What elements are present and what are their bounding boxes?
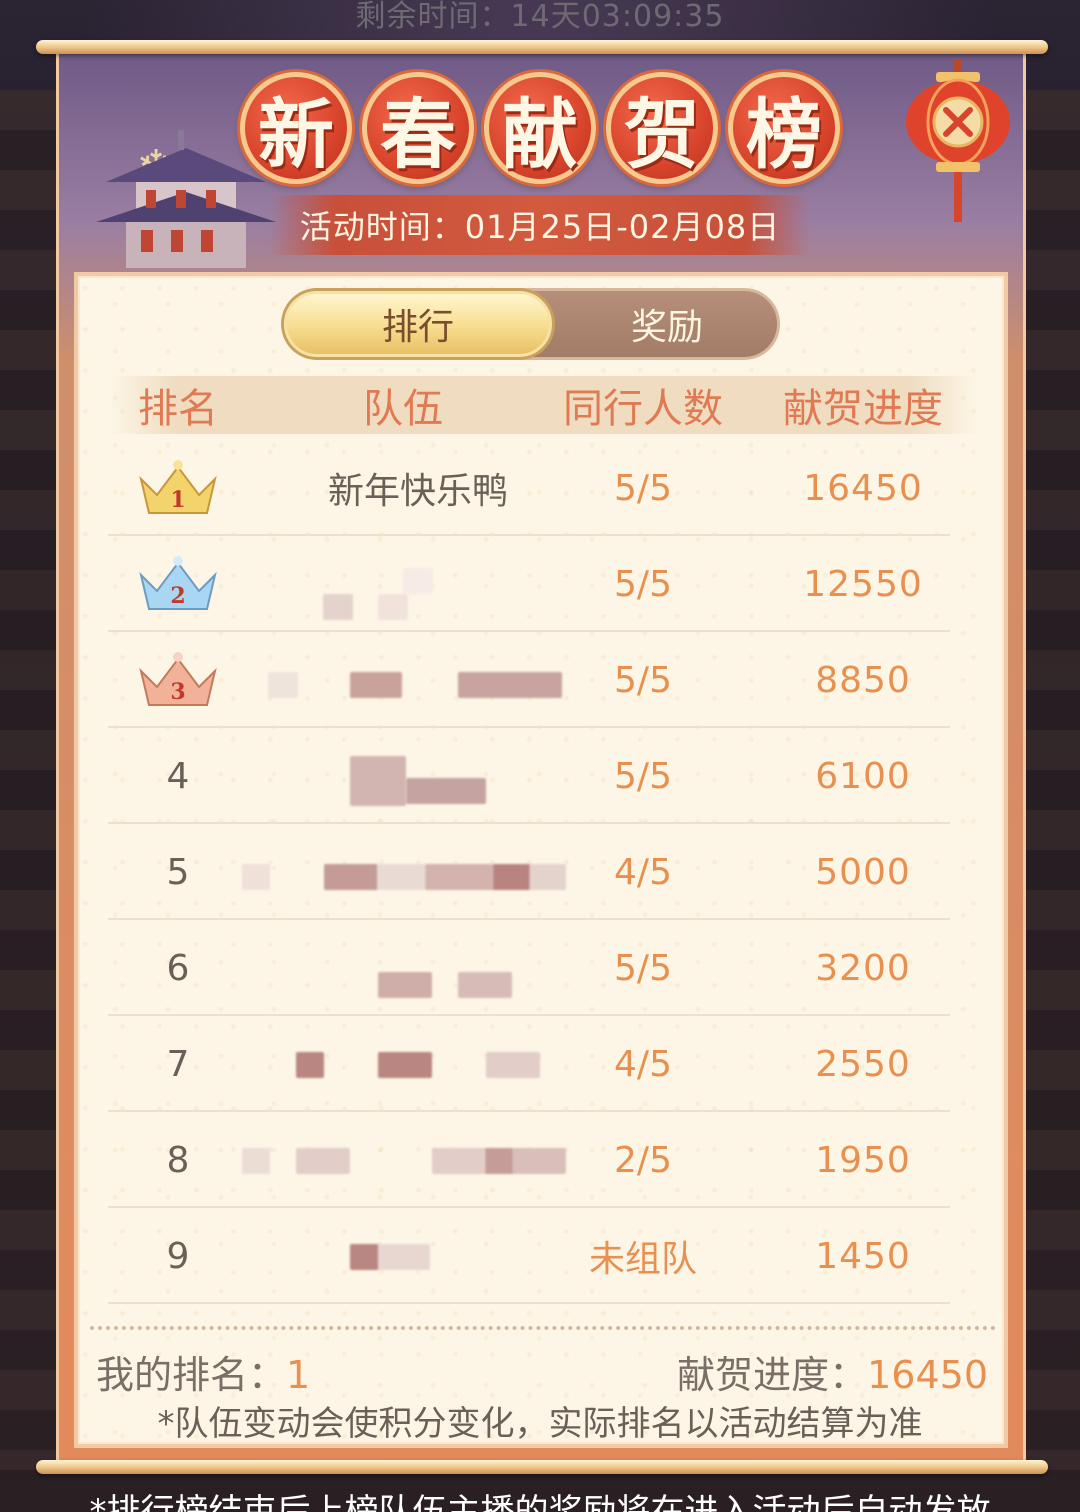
pixelated-name bbox=[324, 864, 566, 890]
rank-number: 6 bbox=[166, 947, 190, 989]
footer-divider bbox=[90, 1326, 996, 1330]
rank-number: 4 bbox=[166, 755, 190, 797]
crown-gold-icon: 1 bbox=[139, 460, 217, 514]
right-scenery bbox=[1020, 90, 1080, 1470]
table-row: 8 2/5 1950 bbox=[108, 1112, 950, 1208]
title-char: 榜 bbox=[728, 72, 840, 184]
team-name bbox=[258, 728, 578, 824]
progress-value: 8850 bbox=[815, 659, 911, 701]
member-count: 5/5 bbox=[614, 659, 672, 701]
rank-number: 5 bbox=[166, 851, 190, 893]
table-row: 4 5/5 6100 bbox=[108, 728, 950, 824]
progress-value: 6100 bbox=[815, 755, 911, 797]
pixelated-name bbox=[403, 568, 433, 594]
crown-number: 3 bbox=[170, 679, 185, 705]
pixelated-name bbox=[378, 1052, 432, 1078]
pixelated-name bbox=[242, 864, 270, 890]
rank-cell: 1 bbox=[128, 440, 228, 536]
header-team: 队伍 bbox=[363, 386, 443, 432]
table-row: 9 未组队 1450 bbox=[108, 1208, 950, 1304]
progress-value: 1450 bbox=[815, 1235, 911, 1277]
member-count: 5/5 bbox=[614, 563, 672, 605]
my-rank-label: 我的排名： bbox=[96, 1353, 287, 1397]
title-char: 献 bbox=[484, 72, 596, 184]
rank-cell: 3 bbox=[128, 632, 228, 728]
my-progress-value: 16450 bbox=[867, 1353, 988, 1397]
my-rank: 我的排名：1 bbox=[96, 1344, 310, 1399]
tab-rewards[interactable]: 奖励 bbox=[554, 291, 780, 357]
scroll-rod-bottom bbox=[36, 1460, 1048, 1474]
progress-value: 1950 bbox=[815, 1139, 911, 1181]
ranking-note: *队伍变动会使积分变化，实际排名以活动结算为准 bbox=[157, 1404, 923, 1444]
member-count: 5/5 bbox=[614, 467, 672, 509]
pixelated-name bbox=[242, 1148, 270, 1174]
progress-value: 16450 bbox=[803, 467, 923, 509]
header-rank: 排名 bbox=[138, 386, 218, 432]
member-count: 未组队 bbox=[588, 1239, 697, 1280]
left-scenery bbox=[0, 90, 60, 1470]
lantern-icon bbox=[906, 60, 1010, 222]
member-count: 5/5 bbox=[614, 755, 672, 797]
scroll-rod-top bbox=[36, 40, 1048, 54]
table-row: 2 5/5 12550 bbox=[108, 536, 950, 632]
header-progress: 献贺进度 bbox=[783, 386, 943, 432]
rank-cell: 2 bbox=[128, 536, 228, 632]
pixelated-name bbox=[268, 672, 298, 698]
rank-number: 8 bbox=[166, 1139, 190, 1181]
pixelated-name bbox=[323, 594, 353, 620]
pixelated-name bbox=[350, 672, 402, 698]
table-row: 3 5/5 8850 bbox=[108, 632, 950, 728]
pixelated-name bbox=[378, 594, 408, 620]
title-char: 新 bbox=[240, 72, 352, 184]
table-header: 排名 队伍 同行人数 献贺进度 bbox=[108, 376, 978, 434]
member-count: 5/5 bbox=[614, 947, 672, 989]
progress-value: 5000 bbox=[815, 851, 911, 893]
pixelated-name bbox=[458, 972, 512, 998]
team-name bbox=[258, 920, 578, 1016]
remaining-time: 剩余时间：14天03:09:35 bbox=[355, 0, 725, 34]
table-row: 6 5/5 3200 bbox=[108, 920, 950, 1016]
tab-bar: 排行 奖励 bbox=[283, 288, 780, 360]
crown-silver-icon: 2 bbox=[139, 556, 217, 610]
title-char: 春 bbox=[362, 72, 474, 184]
pixelated-name bbox=[296, 1148, 350, 1174]
progress-value: 3200 bbox=[815, 947, 911, 989]
my-progress: 献贺进度：16450 bbox=[677, 1344, 988, 1399]
pixelated-name bbox=[296, 1052, 324, 1078]
pixelated-name bbox=[406, 778, 486, 804]
crown-number: 1 bbox=[170, 487, 185, 513]
pixelated-name bbox=[458, 672, 562, 698]
progress-value: 12550 bbox=[803, 563, 923, 605]
member-count: 2/5 bbox=[614, 1139, 672, 1181]
table-row: 1 新年快乐鸭 5/5 16450 bbox=[108, 440, 950, 536]
progress-value: 2550 bbox=[815, 1043, 911, 1085]
event-date: 活动时间：01月25日-02月08日 bbox=[270, 195, 810, 255]
title-char: 贺 bbox=[606, 72, 718, 184]
pixelated-name bbox=[486, 1052, 540, 1078]
table-row: 5 4/5 5000 bbox=[108, 824, 950, 920]
pixelated-name bbox=[350, 756, 406, 806]
crown-number: 2 bbox=[170, 583, 185, 609]
header-members: 同行人数 bbox=[563, 386, 723, 432]
my-rank-value: 1 bbox=[286, 1353, 311, 1397]
reward-note: *排行榜结束后上榜队伍主播的奖励将在进入活动后自动发放 bbox=[89, 1492, 991, 1512]
member-count: 4/5 bbox=[614, 1043, 672, 1085]
tab-ranking[interactable]: 排行 bbox=[284, 291, 552, 357]
pixelated-name bbox=[432, 1148, 566, 1174]
team-name: 新年快乐鸭 bbox=[327, 471, 508, 512]
pixelated-name bbox=[350, 1244, 430, 1270]
event-title: 新 春 献 贺 榜 bbox=[240, 68, 840, 188]
table-row: 7 4/5 2550 bbox=[108, 1016, 950, 1112]
member-count: 4/5 bbox=[614, 851, 672, 893]
rank-number: 9 bbox=[166, 1235, 190, 1277]
rank-number: 7 bbox=[166, 1043, 190, 1085]
crown-bronze-icon: 3 bbox=[139, 652, 217, 706]
pixelated-name bbox=[378, 972, 432, 998]
my-progress-label: 献贺进度： bbox=[677, 1353, 868, 1397]
